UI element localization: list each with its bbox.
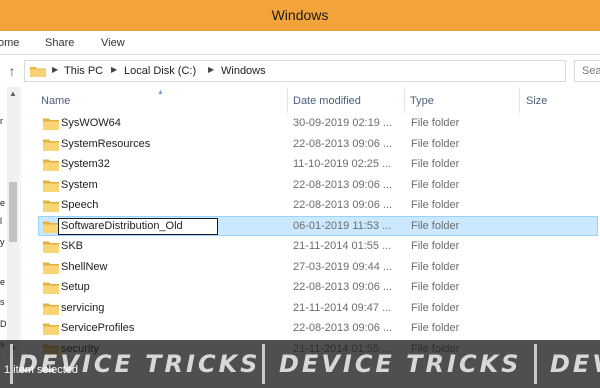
file-type: File folder	[411, 301, 460, 314]
folder-icon	[43, 241, 59, 253]
file-date-modified: 22-08-2013 09:06 ...	[293, 281, 393, 293]
file-name: System32	[61, 158, 110, 170]
folder-icon	[43, 262, 59, 274]
file-type: File folder	[411, 219, 460, 232]
file-name: Speech	[61, 199, 99, 211]
up-arrow-icon[interactable]: ↑	[5, 63, 19, 79]
file-date-modified: 27-03-2019 09:44 ...	[293, 260, 393, 273]
nav-item-fragment[interactable]: e	[0, 198, 5, 208]
column-divider[interactable]	[287, 87, 288, 113]
file-row[interactable]: ServiceProfiles 22-08-2013 09:06 ... File …	[38, 318, 598, 338]
file-row[interactable]: SKB 21-11-2014 01:55 ... File folder	[38, 236, 598, 256]
nav-scrollbar[interactable]: ▲ ▼	[7, 87, 19, 357]
breadcrumb-separator-icon[interactable]: ▶	[111, 65, 117, 74]
title-bar: Windows	[0, 0, 600, 31]
breadcrumb-separator-icon[interactable]: ▶	[52, 65, 58, 74]
address-row: ↑ ▶ This PC ▶ Local Disk (C:) ▶ Windows …	[0, 55, 600, 87]
file-name: servicing	[61, 301, 105, 314]
column-header-name[interactable]: Name	[41, 95, 70, 107]
file-date-modified: 11-10-2019 02:25 ...	[293, 158, 392, 170]
folder-icon	[43, 118, 59, 130]
status-bar: 1 item selected	[0, 360, 600, 388]
folder-icon	[30, 67, 46, 77]
column-header-date[interactable]: Date modified	[293, 95, 361, 107]
breadcrumb-local-disk[interactable]: Local Disk (C:)	[124, 65, 196, 77]
file-type: File folder	[411, 158, 460, 170]
file-row[interactable]: 06-01-2019 11:53 ... File folder	[38, 215, 598, 236]
folder-icon	[43, 303, 59, 315]
folder-icon	[43, 159, 59, 171]
file-name: SystemResources	[61, 137, 151, 150]
file-name: SKB	[61, 240, 84, 252]
column-header-type[interactable]: Type	[410, 95, 434, 107]
file-row[interactable]: SysWOW64 30-09-2019 02:19 ... File folder	[38, 113, 598, 133]
file-date-modified: 22-08-2013 09:06 ...	[293, 199, 393, 211]
file-name: ShellNew	[61, 260, 108, 273]
file-date-modified: 21-11-2014 01:55 ...	[293, 240, 392, 252]
file-type: File folder	[411, 137, 460, 150]
status-text: 1 item selected	[4, 364, 78, 376]
file-row[interactable]: System 22-08-2013 09:06 ... File folder	[38, 175, 598, 195]
breadcrumb-this-pc[interactable]: This PC	[64, 65, 103, 77]
breadcrumb-windows[interactable]: Windows	[221, 65, 266, 77]
file-name: Setup	[61, 281, 90, 293]
file-type: File folder	[411, 117, 460, 129]
folder-icon	[43, 139, 59, 151]
search-placeholder: Sea	[582, 65, 600, 77]
file-type: File folder	[411, 240, 460, 252]
column-divider[interactable]	[404, 87, 405, 113]
folder-icon	[43, 323, 59, 335]
nav-item-fragment[interactable]: s	[0, 297, 5, 307]
file-row[interactable]: SystemResources 22-08-2013 09:06 ... File …	[38, 134, 598, 154]
nav-item-fragment[interactable]: r	[0, 116, 3, 126]
column-header-size[interactable]: Size	[526, 95, 547, 107]
file-type: File folder	[411, 199, 460, 211]
file-type: File folder	[411, 260, 460, 273]
file-date-modified: 21-11-2014 09:47 ...	[293, 301, 392, 314]
file-date-modified: 22-08-2013 09:06 ...	[293, 178, 393, 191]
file-name: ServiceProfiles	[61, 322, 135, 334]
sort-ascending-icon: ▲	[157, 89, 164, 96]
search-input[interactable]: Sea	[574, 60, 600, 82]
rename-input[interactable]	[58, 217, 218, 235]
file-type: File folder	[411, 322, 460, 334]
column-divider[interactable]	[519, 87, 520, 113]
tab-view[interactable]: View	[101, 37, 125, 49]
navigation-pane[interactable]: r e l y e s D s ▲ ▼	[0, 87, 21, 357]
nav-item-fragment[interactable]: e	[0, 277, 5, 287]
file-type: File folder	[411, 281, 460, 293]
folder-icon	[43, 282, 59, 294]
file-row[interactable]: ShellNew 27-03-2019 09:44 ... File folder	[38, 257, 598, 277]
nav-item-fragment[interactable]: l	[0, 216, 2, 226]
breadcrumb-separator-icon[interactable]: ▶	[208, 65, 214, 74]
file-name: SysWOW64	[61, 117, 121, 129]
file-row[interactable]: servicing 21-11-2014 09:47 ... File folder	[38, 298, 598, 318]
folder-icon	[43, 180, 59, 192]
address-bar[interactable]: ▶ This PC ▶ Local Disk (C:) ▶ Windows	[24, 60, 566, 82]
tab-home[interactable]: ome	[0, 37, 19, 49]
file-type: File folder	[411, 178, 460, 191]
scrollbar-thumb[interactable]	[9, 182, 17, 242]
folder-icon	[43, 221, 59, 233]
file-row[interactable]: Speech 22-08-2013 09:06 ... File folder	[38, 195, 598, 215]
scroll-up-icon[interactable]: ▲	[7, 89, 19, 99]
window-title: Windows	[271, 7, 329, 23]
file-name: System	[61, 178, 98, 191]
file-date-modified: 22-08-2013 09:06 ...	[293, 137, 393, 150]
file-date-modified: 06-01-2019 11:53 ...	[293, 219, 392, 232]
folder-icon	[43, 200, 59, 212]
file-date-modified: 30-09-2019 02:19 ...	[293, 117, 393, 129]
tab-share[interactable]: Share	[45, 37, 74, 49]
column-header-row: ▲ Name Date modified Type Size	[22, 87, 600, 113]
nav-item-fragment[interactable]: D	[0, 319, 7, 329]
file-row[interactable]: Setup 22-08-2013 09:06 ... File folder	[38, 277, 598, 297]
ribbon-tabs: ome Share View	[0, 31, 600, 55]
file-date-modified: 22-08-2013 09:06 ...	[293, 322, 393, 334]
file-row[interactable]: System32 11-10-2019 02:25 ... File folder	[38, 154, 598, 174]
nav-item-fragment[interactable]: y	[0, 237, 5, 247]
